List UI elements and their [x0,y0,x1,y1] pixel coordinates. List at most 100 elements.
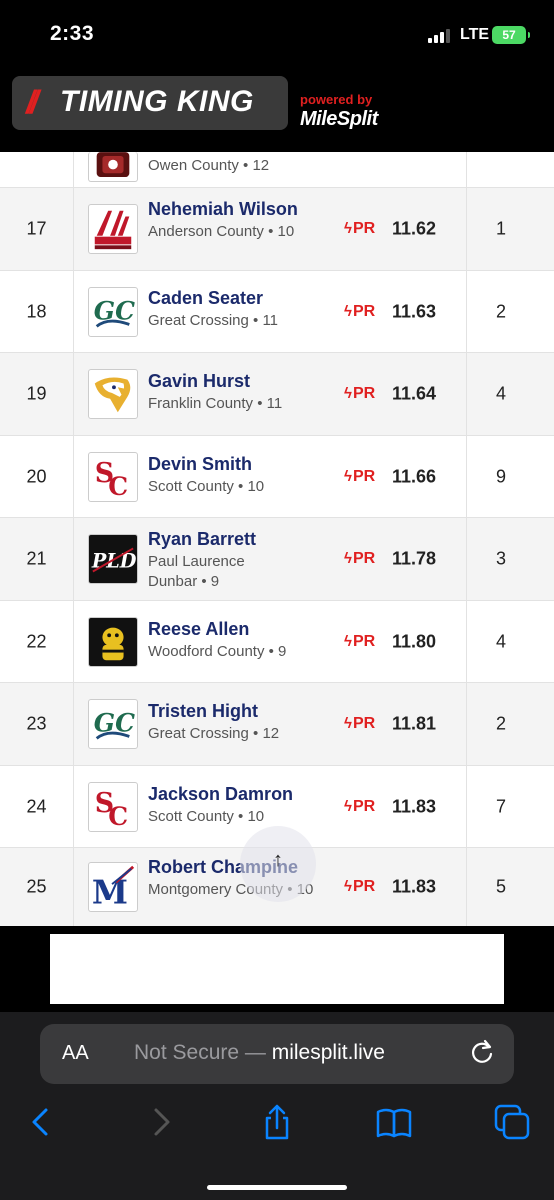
column-divider [73,683,74,765]
team-logo [88,616,138,667]
svg-text:C: C [108,472,128,501]
heat-number: 4 [495,383,506,404]
team-logo [88,369,138,419]
woodford-county-jacket-logo [89,617,137,666]
athlete-team-grade: Franklin County • 11 [148,395,283,412]
great-crossing-logo: GC [94,296,135,328]
pr-badge: ϟPR [344,220,375,238]
pr-badge: ϟPR [344,468,375,486]
ad-banner[interactable] [50,934,504,1004]
place: 21 [26,548,47,569]
forward-button[interactable] [140,1102,180,1142]
team-logo [88,204,138,254]
athlete-team-grade: Owen County • 12 [148,157,270,174]
column-divider [466,152,467,187]
pr-label: PR [352,632,376,650]
pr-badge: ϟPR [344,798,375,816]
pr-label: PR [352,220,376,237]
reader-settings-button[interactable]: AA [62,1042,89,1065]
team-logo: S C [88,451,138,502]
great-crossing-logo: GC [94,709,135,740]
browser-bottom-bar: AA Not Secure — milesplit.live [0,1012,554,1200]
arrow-up-icon: ↑ [273,849,283,871]
athlete-name[interactable]: Caden Seater [148,287,328,309]
lightning-icon: ϟ [344,797,352,815]
athlete-info: Caden Seater Great Crossing • 11 [148,287,328,331]
timing-king-logo[interactable]: // TIMING KING [12,76,288,130]
reload-icon[interactable] [468,1038,496,1066]
tabs-icon [494,1104,530,1140]
athlete-team-grade: Paul Laurence Dunbar • 9 [148,553,245,590]
table-row[interactable]: 21 PLD Ryan Barrett Paul Laurence Dunbar… [0,518,554,601]
athlete-name[interactable]: Nehemiah Wilson [148,198,328,220]
athlete-team-grade: Great Crossing • 11 [148,312,279,329]
lightning-icon: ϟ [344,878,352,895]
pr-badge: ϟPR [344,633,375,651]
bookmarks-icon [376,1108,412,1138]
column-divider [73,601,74,682]
athlete-name[interactable]: Devin Smith [148,453,328,475]
lightning-icon: ϟ [344,302,352,320]
team-logo: GC [88,286,138,337]
table-row[interactable]: 20 S C Devin Smith Scott County • 10 ϟPR… [0,436,554,518]
table-row[interactable]: 23 GC Tristen Hight Great Crossing • 12 … [0,683,554,766]
logo-slashes: // [26,84,39,120]
athlete-team-grade: Scott County • 10 [148,808,265,825]
pr-label: PR [352,715,376,732]
column-divider [73,518,74,600]
athlete-info: Ryan Barrett Paul Laurence Dunbar • 9 [148,528,328,592]
heat-number: 4 [495,631,506,651]
race-mark: 11.80 [392,631,437,651]
athlete-name[interactable]: Tristen Hight [148,700,328,722]
share-icon [265,1104,289,1140]
pld-logo: PLD [89,535,137,583]
race-mark: 11.63 [392,301,437,321]
back-button[interactable] [22,1102,62,1142]
montgomery-county-logo: M [92,865,135,911]
place: 19 [26,383,47,404]
athlete-name[interactable]: Ryan Barrett [148,528,328,550]
home-indicator [207,1185,347,1190]
scott-county-logo: S C [95,457,128,501]
athlete-name[interactable]: Gavin Hurst [148,370,328,392]
athlete-team-grade: Scott County • 10 [148,478,265,495]
athlete-info: Gavin Hurst Franklin County • 11 [148,370,328,414]
column-divider [73,436,74,517]
column-divider [73,766,74,847]
table-row[interactable]: 18 GC Caden Seater Great Crossing • 11 ϟ… [0,271,554,353]
column-divider [73,188,74,270]
table-row[interactable]: 22 Reese Allen Woodford County • 9 ϟPR 1… [0,601,554,683]
share-button[interactable] [257,1102,297,1142]
bookmarks-button[interactable] [374,1102,414,1142]
lightning-icon: ϟ [344,385,352,402]
athlete-team-grade: Anderson County • 10 [148,223,295,240]
table-row[interactable]: Owen County • 12 [0,152,554,188]
race-mark: 11.66 [392,466,437,486]
column-divider [73,353,74,435]
tabs-button[interactable] [492,1102,532,1142]
table-row[interactable]: 19 Gavin Hurst Franklin County • 11 ϟPR … [0,353,554,436]
scroll-to-top-button[interactable]: ↑ [240,826,316,902]
athlete-name[interactable]: Jackson Damron [148,783,328,805]
owen-county-logo [96,152,130,178]
url-display[interactable]: Not Secure — milesplit.live [134,1041,385,1065]
athlete-info: Jackson Damron Scott County • 10 [148,783,328,827]
address-bar[interactable]: AA Not Secure — milesplit.live [40,1024,514,1084]
milesplit-logo[interactable]: MileSplit [300,108,378,131]
team-logo: S C [88,781,138,832]
race-mark: 11.62 [392,218,437,239]
heat-number: 2 [495,301,506,321]
column-divider [73,848,74,926]
race-mark: 11.64 [392,383,437,404]
status-bar: 2:33 LTE 57 [0,0,554,70]
pr-label: PR [352,302,376,320]
pr-badge: ϟPR [344,385,375,403]
lightning-icon: ϟ [344,632,352,650]
table-row[interactable]: 17 Nehemiah Wilson Anderson County • 10 … [0,188,554,271]
scott-county-logo: S C [95,787,128,830]
race-mark: 11.83 [392,876,437,897]
pr-badge: ϟPR [344,878,375,896]
athlete-team-grade: Woodford County • 9 [148,643,287,660]
athlete-name[interactable]: Reese Allen [148,618,328,640]
pr-label: PR [352,467,376,485]
